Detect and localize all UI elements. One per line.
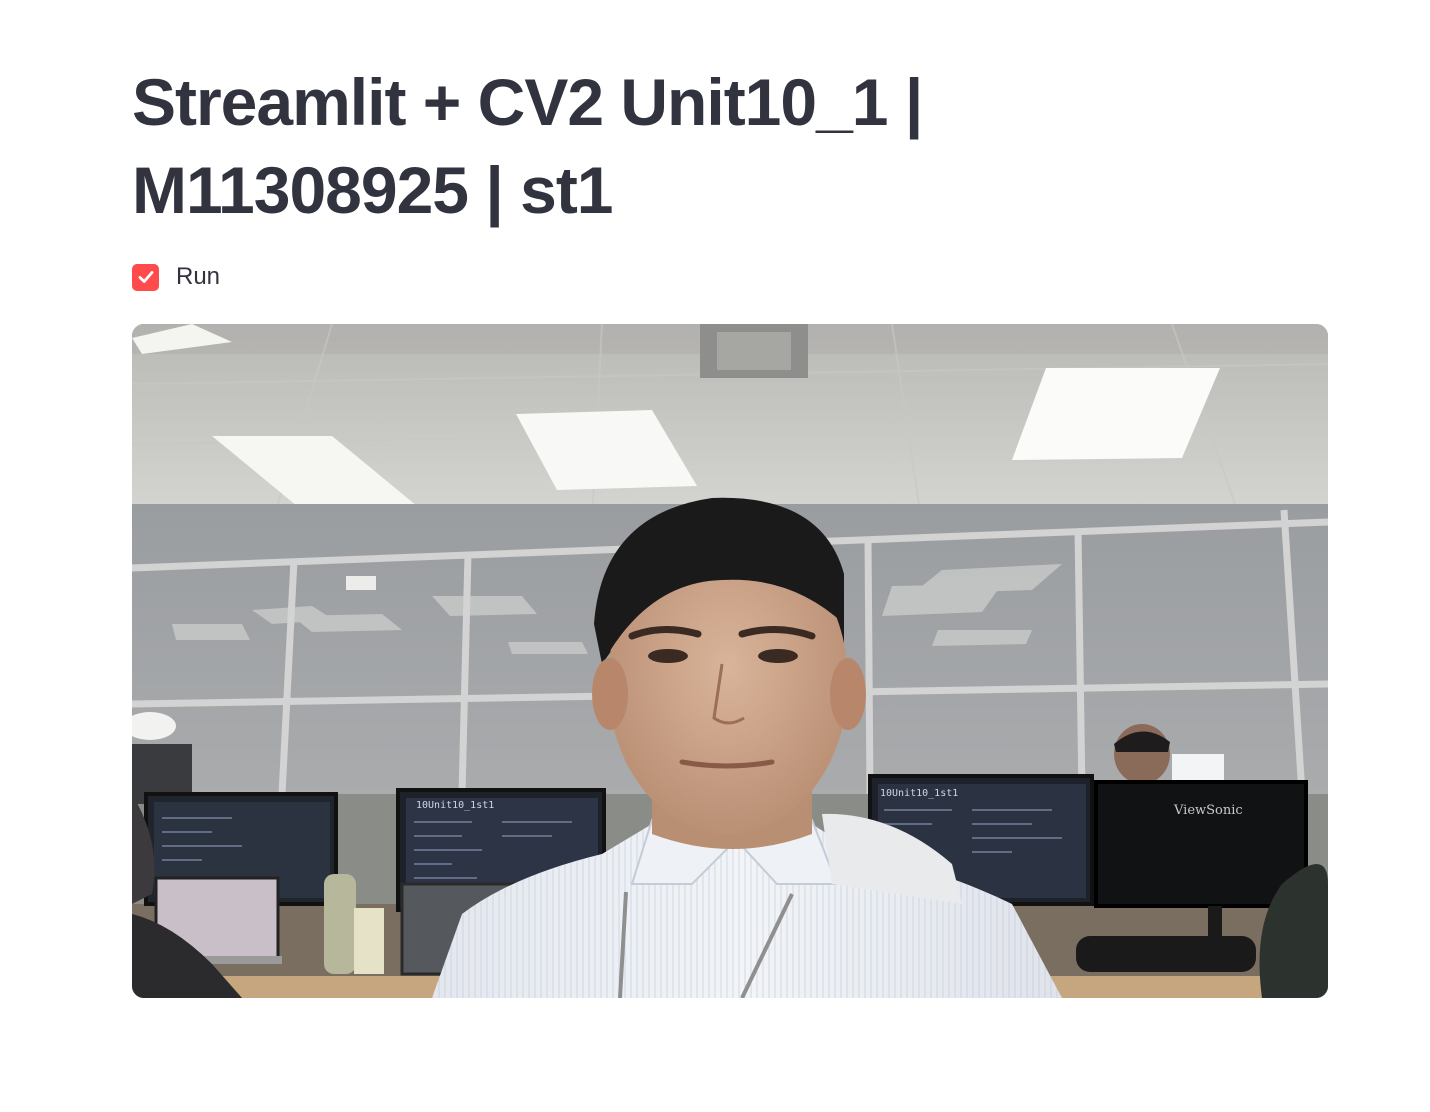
run-checkbox-label: Run — [176, 263, 221, 290]
monitor-brand-text: ViewSonic — [1173, 803, 1243, 818]
webcam-video-frame: 10Unit10_1st1 10Unit10_1st1 ViewSonic — [132, 324, 1328, 998]
app-page: Streamlit + CV2 Unit10_1 | M11308925 | s… — [0, 0, 1430, 1112]
run-checkbox[interactable]: Run — [132, 262, 220, 292]
webcam-image: 10Unit10_1st1 10Unit10_1st1 ViewSonic — [132, 324, 1328, 998]
monitor-screen-text-right: 10Unit10_1st1 — [880, 788, 958, 799]
monitor-screen-text-left: 10Unit10_1st1 — [416, 800, 494, 811]
page-title: Streamlit + CV2 Unit10_1 | M11308925 | s… — [132, 65, 923, 227]
checkbox-checked-icon[interactable] — [132, 263, 159, 291]
